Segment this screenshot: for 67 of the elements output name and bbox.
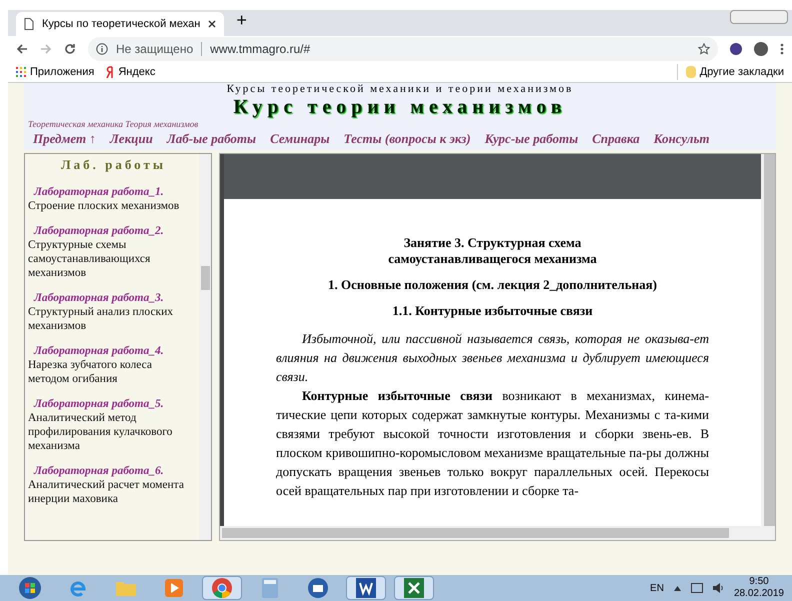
lab-link[interactable]: Лабораторная работа_1. <box>28 184 199 198</box>
lab-link[interactable]: Лабораторная работа_5. <box>28 396 199 410</box>
lab-description: Нарезка зубчатого колеса методом огибания <box>28 358 154 386</box>
browser-tab[interactable]: Курсы по теоретической механ <box>16 12 224 36</box>
nav-link[interactable]: Тесты (вопросы к экз) <box>344 131 471 146</box>
folder-icon <box>686 66 696 78</box>
url-text: www.tmmagro.ru/# <box>210 41 310 58</box>
lab-link[interactable]: Лабораторная работа_4. <box>28 344 199 358</box>
nav-link[interactable]: Курс-ые работы <box>484 131 578 146</box>
other-bookmarks[interactable]: Другие закладки <box>676 64 784 80</box>
calculator-icon <box>262 578 278 598</box>
lab-description: Структурные схемы самоустанавливающихся механизмов <box>28 238 152 280</box>
apps-grid-icon <box>16 67 26 78</box>
excel-icon <box>404 578 424 598</box>
vertical-scrollbar[interactable] <box>761 154 775 526</box>
extension-icon[interactable] <box>730 43 742 56</box>
nav-link[interactable]: Справка <box>592 131 640 146</box>
address-bar[interactable]: Не защищено www.tmmagro.ru/# <box>88 37 718 62</box>
lab-description: Аналитический расчет момента инерции маховика <box>28 478 185 506</box>
start-orb-icon[interactable] <box>18 576 42 600</box>
site-title: Курс теории механизмов <box>233 96 567 118</box>
taskbar-app[interactable] <box>346 576 386 600</box>
document-heading: 1. Основные положения (см. лекция 2_дополнительная) <box>327 277 658 293</box>
nav-link[interactable]: Лекции <box>110 131 153 146</box>
nav-link[interactable]: Предмет ↑ <box>33 131 96 146</box>
reload-icon[interactable] <box>64 43 76 56</box>
lab-link[interactable]: Лабораторная работа_3. <box>28 290 199 304</box>
bookmark[interactable]: Яндекс <box>106 64 156 80</box>
word-icon <box>356 578 376 598</box>
bookmark[interactable]: Приложения <box>16 64 94 80</box>
menu-icon[interactable] <box>780 43 784 56</box>
network-icon[interactable] <box>690 583 703 593</box>
document-heading: 1.1. Контурные избыточные связи <box>391 303 594 319</box>
lab-description: Аналитический метод профилирования кулачкового механизма <box>28 410 174 452</box>
security-label: Не защищено <box>116 41 194 58</box>
caret-icon[interactable] <box>674 586 681 590</box>
star-icon[interactable] <box>698 43 710 56</box>
letter-logo-icon <box>106 66 114 78</box>
page-icon <box>24 18 34 30</box>
lab-link[interactable]: Лабораторная работа_6. <box>28 464 199 478</box>
nav-link[interactable]: Семинары <box>270 131 330 146</box>
speaker-icon[interactable] <box>712 583 724 593</box>
new-tab-button[interactable]: + <box>236 7 247 34</box>
lab-description: Строение плоских механизмов <box>28 198 180 212</box>
sidebar-heading: Лаб. работы <box>60 156 168 174</box>
close-icon[interactable] <box>208 20 216 28</box>
taskbar-app[interactable] <box>394 576 434 600</box>
body-paragraph: Контурные избыточные связи возникают в механизмах, кинема-тические цепи которых содержат замкнутые контуры. Механизмы с та-кими связями требуют высокой точности изготовления и сборки звень-ев. В плоском кривошипно-коромысловом механизме вращательные па-ры должны допускать вращения звеньев только вокруг параллельных осей. Перекосы осей вращательных пар при изготовлении и сборке та- <box>276 387 709 500</box>
language-indicator[interactable]: EN <box>650 580 664 596</box>
back-icon[interactable] <box>16 43 28 56</box>
chrome-icon <box>212 578 232 598</box>
nav-link[interactable]: Консульт <box>654 131 710 146</box>
tab-title: Курсы по теоретической механ <box>42 16 200 32</box>
account-icon[interactable] <box>754 42 768 56</box>
breadcrumb: Теоретическая механика Теория механизмов <box>27 118 198 131</box>
folder-icon <box>115 579 137 597</box>
lab-description: Структурный анализ плоских механизмов <box>28 304 174 332</box>
site-subtitle: Курсы теоретической механики и теории механизмов <box>226 82 574 96</box>
nav-link[interactable]: Лаб-ые работы <box>166 131 256 146</box>
lab-link[interactable]: Лабораторная работа_2. <box>28 224 199 238</box>
play-icon <box>165 579 183 597</box>
taskbar-app[interactable] <box>202 576 242 600</box>
document-heading: Занятие 3. Структурная схема самоустанавливащегося механизма <box>387 235 598 267</box>
clock[interactable]: 9:50 28.02.2019 <box>734 576 784 600</box>
mail-globe-icon <box>308 578 328 598</box>
info-icon <box>96 43 108 56</box>
definition-paragraph: Избыточной, или пассивной называется связь, которая не оказыва-ет влияния на движения выходных звеньев механизма и дублирует имеющиеся связи. <box>276 330 709 386</box>
